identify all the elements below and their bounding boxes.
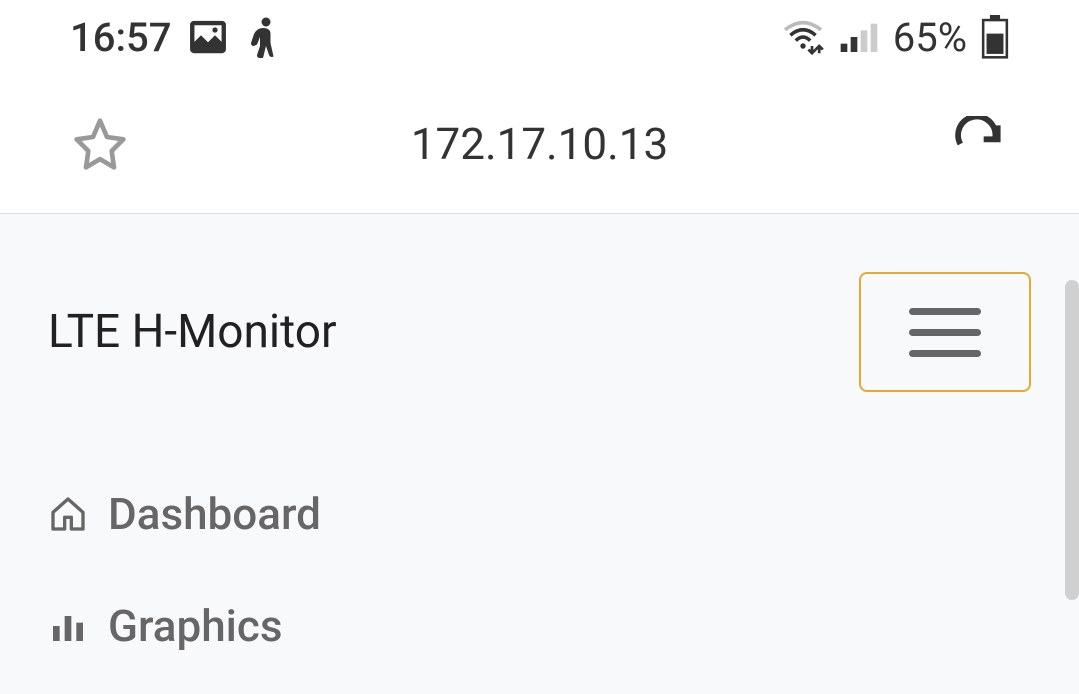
image-icon: [187, 16, 229, 58]
status-time: 16:57: [70, 14, 171, 61]
page-content: LTE H-Monitor Dashboard: [0, 214, 1079, 694]
battery-percent: 65%: [893, 14, 967, 61]
battery-icon: [981, 15, 1009, 59]
app-header: LTE H-Monitor: [0, 214, 1079, 450]
home-icon: [48, 494, 88, 534]
nav-menu: Dashboard Graphics: [0, 450, 1079, 690]
nav-item-label: Graphics: [108, 600, 282, 652]
nav-item-label: Dashboard: [108, 488, 321, 540]
activity-icon: [245, 16, 281, 58]
chart-icon: [48, 606, 88, 646]
nav-item-graphics[interactable]: Graphics: [48, 570, 1031, 682]
wifi-icon: [781, 19, 825, 55]
reload-icon[interactable]: [949, 114, 1009, 174]
browser-url-text[interactable]: 172.17.10.13: [130, 118, 949, 170]
scrollbar[interactable]: [1065, 280, 1079, 600]
bookmark-star-icon[interactable]: [70, 114, 130, 174]
app-title: LTE H-Monitor: [48, 305, 337, 359]
status-bar-left: 16:57: [70, 14, 281, 61]
signal-icon: [839, 19, 879, 55]
browser-address-bar: 172.17.10.13: [0, 74, 1079, 214]
hamburger-menu-button[interactable]: [859, 272, 1031, 392]
hamburger-icon: [909, 308, 981, 357]
status-bar: 16:57: [0, 0, 1079, 74]
nav-item-dashboard[interactable]: Dashboard: [48, 458, 1031, 570]
status-bar-right: 65%: [781, 14, 1009, 61]
